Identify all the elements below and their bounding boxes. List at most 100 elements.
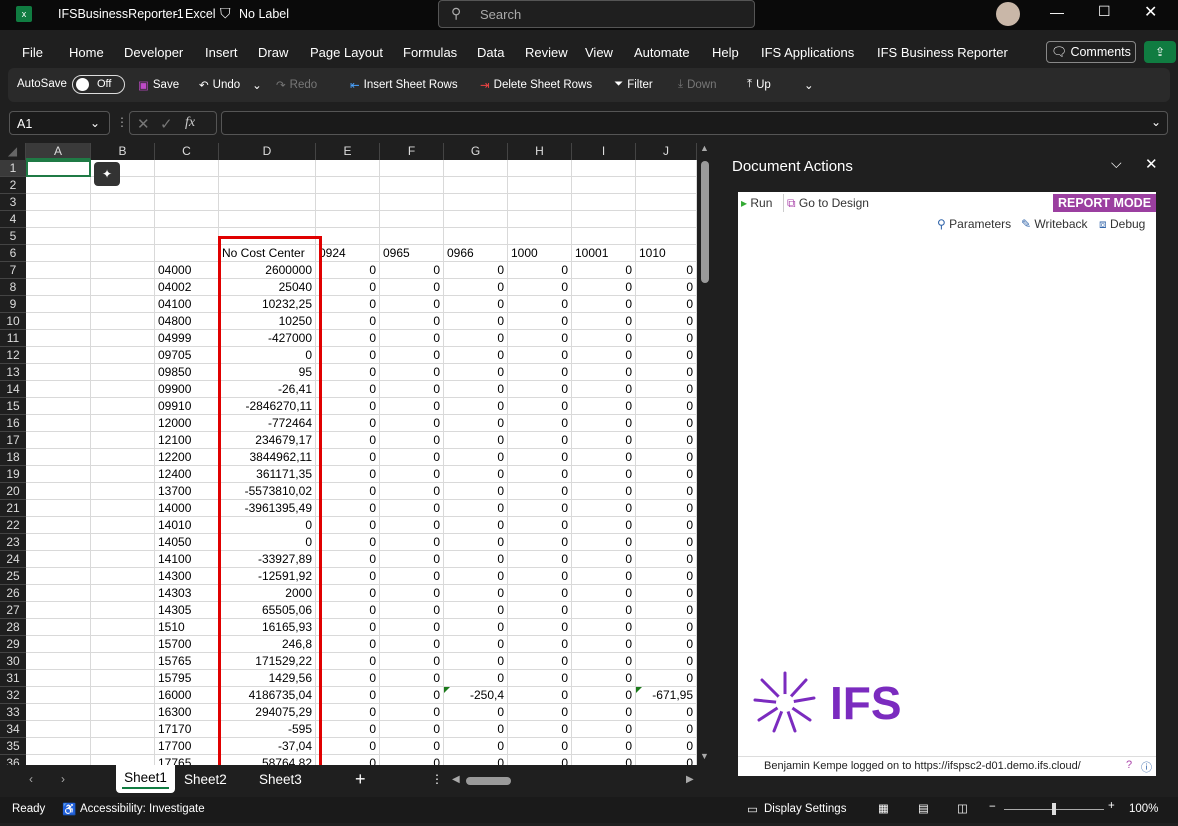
- info-icon[interactable]: ⓘ: [1141, 759, 1152, 775]
- cell-C18[interactable]: 12200: [155, 449, 219, 466]
- cell-F33[interactable]: 0: [380, 704, 444, 721]
- cell-G28[interactable]: 0: [444, 619, 508, 636]
- cell-I2[interactable]: [572, 177, 636, 194]
- cell-F34[interactable]: 0: [380, 721, 444, 738]
- cell-E32[interactable]: 0: [316, 687, 380, 704]
- cell-H5[interactable]: [508, 228, 572, 245]
- cell-F28[interactable]: 0: [380, 619, 444, 636]
- row-header-13[interactable]: 13: [0, 364, 26, 381]
- filter-button[interactable]: ⏷ Filter: [614, 78, 653, 91]
- column-header-J[interactable]: J: [636, 143, 697, 160]
- cell-H18[interactable]: 0: [508, 449, 572, 466]
- cell-H27[interactable]: 0: [508, 602, 572, 619]
- cell-D2[interactable]: [219, 177, 316, 194]
- cell-E22[interactable]: 0: [316, 517, 380, 534]
- cell-H7[interactable]: 0: [508, 262, 572, 279]
- cell-I21[interactable]: 0: [572, 500, 636, 517]
- cell-F12[interactable]: 0: [380, 347, 444, 364]
- cell-J2[interactable]: [636, 177, 697, 194]
- cell-A33[interactable]: [26, 704, 91, 721]
- cell-H36[interactable]: 0: [508, 755, 572, 765]
- cell-H24[interactable]: 0: [508, 551, 572, 568]
- cell-B31[interactable]: [91, 670, 155, 687]
- cell-D4[interactable]: [219, 211, 316, 228]
- vertical-scrollbar[interactable]: ▲ ▼: [697, 143, 713, 765]
- row-header-29[interactable]: 29: [0, 636, 26, 653]
- row-header-24[interactable]: 24: [0, 551, 26, 568]
- cell-B10[interactable]: [91, 313, 155, 330]
- cell-G9[interactable]: 0: [444, 296, 508, 313]
- cell-G6[interactable]: 0966: [444, 245, 508, 262]
- zoom-slider[interactable]: [1004, 803, 1104, 815]
- cell-E36[interactable]: 0: [316, 755, 380, 765]
- normal-view-button[interactable]: ▦: [878, 801, 889, 815]
- row-header-2[interactable]: 2: [0, 177, 26, 194]
- row-header-23[interactable]: 23: [0, 534, 26, 551]
- cell-H1[interactable]: [508, 160, 572, 177]
- parameters-button[interactable]: ⚲ Parameters: [937, 217, 1011, 231]
- cell-F26[interactable]: 0: [380, 585, 444, 602]
- cell-B21[interactable]: [91, 500, 155, 517]
- cell-G1[interactable]: [444, 160, 508, 177]
- ribbon-tab-ifs-applications[interactable]: IFS Applications: [761, 45, 854, 60]
- cell-H6[interactable]: 1000: [508, 245, 572, 262]
- cell-J20[interactable]: 0: [636, 483, 697, 500]
- cell-I1[interactable]: [572, 160, 636, 177]
- cell-I20[interactable]: 0: [572, 483, 636, 500]
- row-header-28[interactable]: 28: [0, 619, 26, 636]
- cell-J32[interactable]: -671,95: [636, 687, 697, 704]
- cell-G3[interactable]: [444, 194, 508, 211]
- cell-C22[interactable]: 14010: [155, 517, 219, 534]
- cell-E25[interactable]: 0: [316, 568, 380, 585]
- cell-B33[interactable]: [91, 704, 155, 721]
- cell-I24[interactable]: 0: [572, 551, 636, 568]
- cell-B4[interactable]: [91, 211, 155, 228]
- row-header-11[interactable]: 11: [0, 330, 26, 347]
- search-box[interactable]: ⚲ Search: [438, 0, 755, 28]
- cell-G29[interactable]: 0: [444, 636, 508, 653]
- cell-B3[interactable]: [91, 194, 155, 211]
- cell-H8[interactable]: 0: [508, 279, 572, 296]
- cell-I34[interactable]: 0: [572, 721, 636, 738]
- cell-C7[interactable]: 04000: [155, 262, 219, 279]
- cell-F17[interactable]: 0: [380, 432, 444, 449]
- cell-F10[interactable]: 0: [380, 313, 444, 330]
- select-all-button[interactable]: ◢: [0, 143, 26, 160]
- cell-I8[interactable]: 0: [572, 279, 636, 296]
- cell-A35[interactable]: [26, 738, 91, 755]
- cell-A32[interactable]: [26, 687, 91, 704]
- ribbon-tab-formulas[interactable]: Formulas: [403, 45, 457, 60]
- cell-B29[interactable]: [91, 636, 155, 653]
- cell-H34[interactable]: 0: [508, 721, 572, 738]
- cell-I32[interactable]: 0: [572, 687, 636, 704]
- cell-E30[interactable]: 0: [316, 653, 380, 670]
- cell-C26[interactable]: 14303: [155, 585, 219, 602]
- cell-F1[interactable]: [380, 160, 444, 177]
- cell-B6[interactable]: [91, 245, 155, 262]
- row-header-32[interactable]: 32: [0, 687, 26, 704]
- name-box[interactable]: A1 ⌄: [9, 111, 110, 135]
- cell-I7[interactable]: 0: [572, 262, 636, 279]
- cell-I19[interactable]: 0: [572, 466, 636, 483]
- cell-E23[interactable]: 0: [316, 534, 380, 551]
- cell-C21[interactable]: 14000: [155, 500, 219, 517]
- column-header-F[interactable]: F: [380, 143, 444, 160]
- cell-A27[interactable]: [26, 602, 91, 619]
- cell-A30[interactable]: [26, 653, 91, 670]
- comments-button[interactable]: 🗨 Comments: [1046, 41, 1136, 63]
- cell-A6[interactable]: [26, 245, 91, 262]
- cell-H16[interactable]: 0: [508, 415, 572, 432]
- cell-F19[interactable]: 0: [380, 466, 444, 483]
- cell-G21[interactable]: 0: [444, 500, 508, 517]
- row-header-33[interactable]: 33: [0, 704, 26, 721]
- row-header-4[interactable]: 4: [0, 211, 26, 228]
- cell-G32[interactable]: -250,4: [444, 687, 508, 704]
- cell-E7[interactable]: 0: [316, 262, 380, 279]
- writeback-button[interactable]: ✎ Writeback: [1021, 217, 1088, 231]
- cell-H12[interactable]: 0: [508, 347, 572, 364]
- avatar[interactable]: [996, 2, 1020, 26]
- cell-H21[interactable]: 0: [508, 500, 572, 517]
- cell-I16[interactable]: 0: [572, 415, 636, 432]
- ribbon-tab-file[interactable]: File: [22, 45, 43, 60]
- zoom-level[interactable]: 100%: [1129, 803, 1158, 815]
